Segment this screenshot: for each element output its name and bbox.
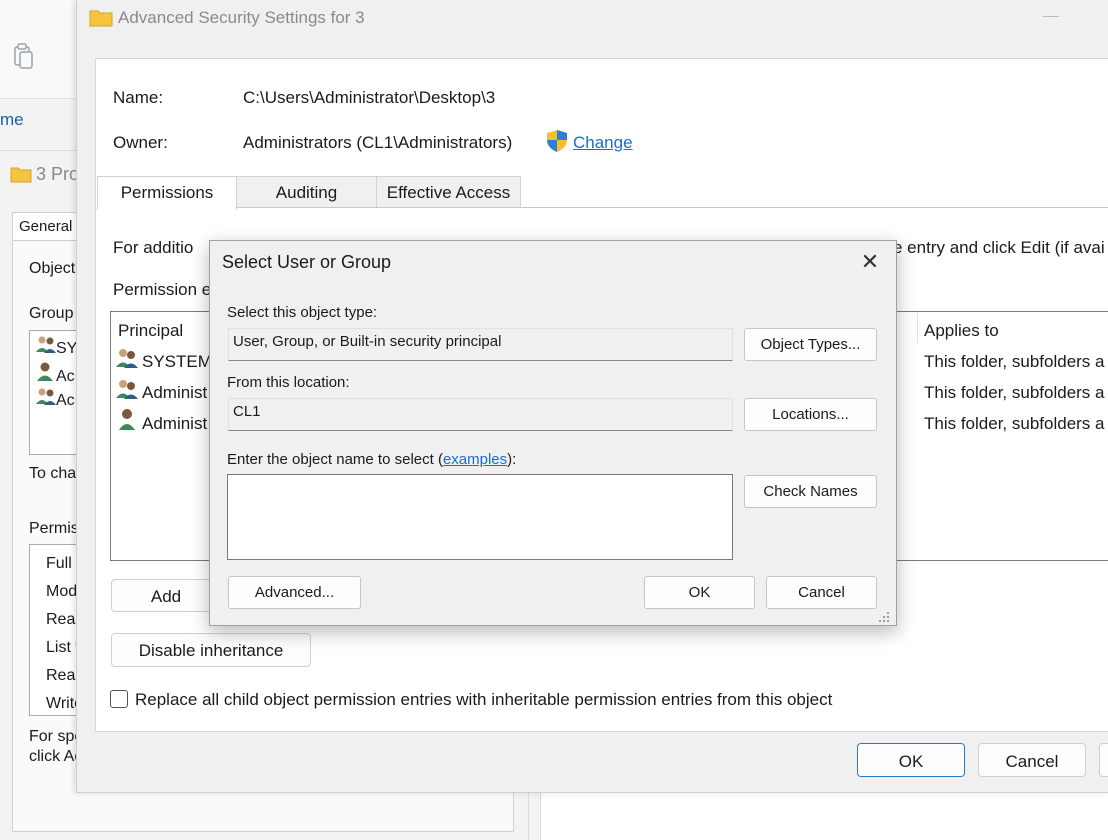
disable-inheritance-button[interactable]: Disable inheritance: [111, 633, 311, 667]
object-type-label: Select this object type:: [227, 304, 378, 321]
name-label: Name:: [113, 88, 164, 107]
list-item: List f: [46, 639, 80, 656]
ok-button[interactable]: OK: [857, 743, 965, 777]
group-icon: [116, 348, 138, 373]
list-item[interactable]: SY: [36, 335, 77, 358]
object-label: Object: [29, 260, 76, 277]
list-item: Rea: [46, 611, 76, 628]
list-item: Rea: [46, 667, 76, 684]
resize-grip-icon[interactable]: [878, 610, 890, 622]
group-label: Group: [29, 305, 74, 322]
advanced-button[interactable]: Advanced...: [228, 576, 361, 609]
examples-link[interactable]: examples: [443, 451, 507, 468]
permission-entries-label: Permission e: [113, 280, 212, 299]
dialog-title: Select User or Group: [222, 252, 392, 272]
locations-button[interactable]: Locations...: [744, 398, 877, 431]
minimize-button[interactable]: [1043, 16, 1059, 17]
folder-icon: [89, 8, 113, 32]
table-row-principal[interactable]: Administ: [142, 383, 207, 403]
tab-general[interactable]: General: [12, 212, 82, 240]
info-text: For additio: [113, 238, 194, 257]
table-row-principal[interactable]: SYSTEM: [142, 352, 212, 372]
list-item[interactable]: Ac: [36, 387, 75, 410]
dialog-cancel-button[interactable]: Cancel: [766, 576, 877, 609]
permissions-label: Permis: [29, 520, 79, 537]
properties-window-title: 3 Pro: [10, 164, 79, 188]
group-icon: [116, 379, 138, 404]
check-names-button[interactable]: Check Names: [744, 475, 877, 508]
enter-object-name-label: Enter the object name to select (example…: [227, 451, 517, 468]
window-title: Advanced Security Settings for 3: [118, 8, 365, 27]
location-label: From this location:: [227, 374, 350, 391]
object-name-input[interactable]: [227, 474, 733, 560]
dialog-ok-button[interactable]: OK: [644, 576, 755, 609]
table-row-applies[interactable]: This folder, subfolders a: [924, 414, 1104, 434]
folder-icon: [10, 165, 32, 188]
tab-auditing[interactable]: Auditing: [236, 176, 377, 208]
to-change-label: To cha: [29, 465, 77, 482]
name-value: C:\Users\Administrator\Desktop\3: [243, 88, 496, 107]
divider: [0, 150, 80, 151]
table-row-applies[interactable]: This folder, subfolders a: [924, 352, 1104, 372]
add-button[interactable]: Add: [111, 579, 221, 612]
object-types-button[interactable]: Object Types...: [744, 328, 877, 361]
user-icon: [118, 408, 136, 435]
owner-value: Administrators (CL1\Administrators): [243, 133, 513, 152]
tab-permissions[interactable]: Permissions: [97, 176, 237, 210]
location-field: CL1: [228, 398, 733, 431]
user-icon: [36, 361, 56, 386]
replace-child-permissions-label[interactable]: Replace all child object permission entr…: [135, 690, 832, 710]
close-icon[interactable]: ✕: [856, 248, 884, 276]
owner-label: Owner:: [113, 133, 168, 152]
special-permissions-text-2: click Ac: [29, 748, 83, 765]
list-item[interactable]: Ac: [36, 361, 75, 386]
group-icon: [36, 335, 56, 358]
replace-child-permissions-checkbox[interactable]: [110, 690, 128, 708]
group-icon: [36, 387, 56, 410]
object-type-field: User, Group, or Built-in security princi…: [228, 328, 733, 361]
column-header-principal[interactable]: Principal: [118, 321, 183, 341]
change-owner-link[interactable]: Change: [573, 133, 633, 153]
apply-button[interactable]: [1099, 743, 1108, 777]
select-user-or-group-dialog: [209, 240, 897, 626]
clipboard-icon[interactable]: [12, 42, 36, 75]
explorer-toolbar: [0, 0, 80, 99]
table-row-applies[interactable]: This folder, subfolders a: [924, 383, 1104, 403]
shield-icon: [546, 129, 568, 158]
tab-effective-access[interactable]: Effective Access: [376, 176, 521, 208]
tab-divider: [236, 207, 1108, 208]
column-divider: [917, 313, 918, 343]
table-row-principal[interactable]: Administ: [142, 414, 207, 434]
column-header-applies-to[interactable]: Applies to: [924, 321, 999, 341]
background-area: [540, 790, 1108, 840]
list-item: Mod: [46, 583, 78, 600]
cancel-button[interactable]: Cancel: [978, 743, 1086, 777]
nav-home-link[interactable]: me: [0, 110, 24, 130]
properties-title-text: 3 Pro: [36, 164, 80, 184]
info-text-continued: e entry and click Edit (if avai: [893, 238, 1105, 257]
